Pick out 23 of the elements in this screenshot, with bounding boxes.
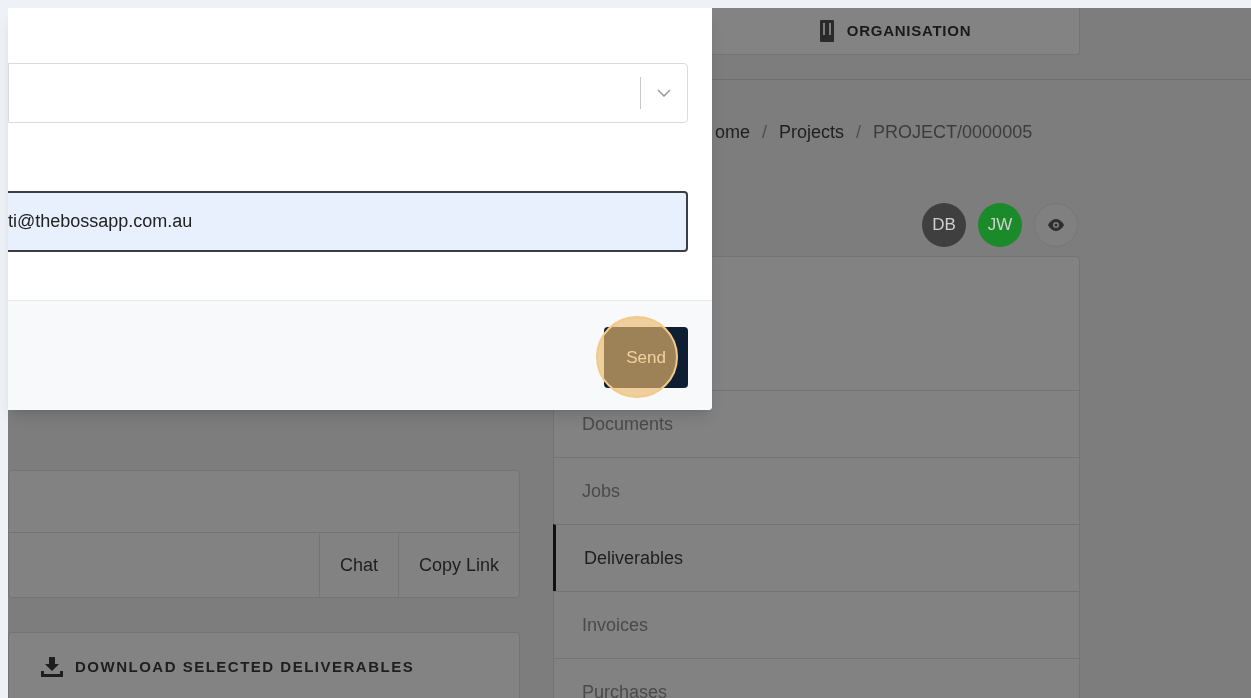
action-button[interactable]: Copy Link xyxy=(397,533,519,597)
download-button[interactable]: DOWNLOAD SELECTED DELIVERABLES xyxy=(8,632,520,698)
send-button[interactable]: Send xyxy=(604,327,688,388)
dropdown-field[interactable] xyxy=(8,63,688,123)
building-icon xyxy=(818,19,835,43)
chevron-down-icon xyxy=(657,89,671,97)
breadcrumb-separator: / xyxy=(762,120,768,144)
nav-item[interactable]: Deliverables xyxy=(553,524,1079,591)
download-icon xyxy=(41,657,63,677)
user-avatar[interactable]: DB xyxy=(922,203,966,247)
nav-item[interactable]: Purchases xyxy=(554,658,1079,698)
nav-item[interactable]: Jobs xyxy=(554,457,1079,524)
breadcrumb-separator: / xyxy=(856,120,862,144)
email-field[interactable]: ti@thebossapp.com.au xyxy=(8,191,688,252)
watch-button[interactable] xyxy=(1034,203,1078,247)
breadcrumb-current: PROJECT/0000005 xyxy=(873,120,1033,144)
user-avatar[interactable]: JW xyxy=(978,203,1022,247)
breadcrumb-link[interactable]: Projects xyxy=(779,118,845,146)
action-button[interactable]: Chat xyxy=(318,533,398,597)
organisation-button[interactable]: ORGANISATION xyxy=(710,8,1080,55)
eye-icon xyxy=(1046,218,1066,232)
nav-item[interactable]: Invoices xyxy=(554,591,1079,658)
breadcrumb-link[interactable]: ome xyxy=(715,118,750,146)
